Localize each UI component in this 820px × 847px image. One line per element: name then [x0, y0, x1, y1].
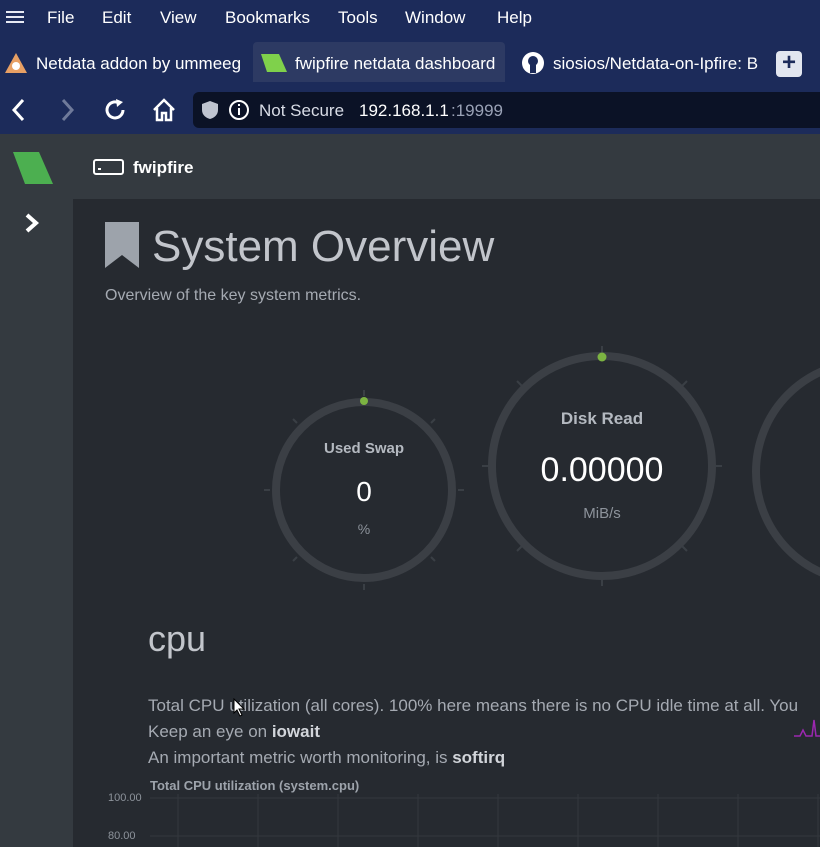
- gauge-unit: %: [357, 521, 371, 537]
- back-icon[interactable]: [6, 96, 34, 124]
- gauge-label: Used Swap: [323, 440, 405, 457]
- gauge-label: Disk Read: [560, 409, 644, 428]
- cpu-chart-grid[interactable]: [150, 794, 820, 847]
- cpu-iowait-note: Keep an eye on iowait: [148, 722, 320, 742]
- chart-title: Total CPU utilization (system.cpu): [150, 778, 360, 793]
- tab-github-repo[interactable]: siosios/Netdata-on-Ipfire: B: [511, 42, 766, 82]
- tab-netdata-addon[interactable]: Netdata addon by ummeeg: [0, 42, 248, 82]
- menu-file[interactable]: File: [47, 8, 74, 28]
- mouse-cursor-icon: [233, 698, 246, 717]
- sidebar: [0, 134, 73, 847]
- server-icon: [93, 159, 124, 175]
- url-bar[interactable]: Not Secure 192.168.1.1 :19999: [193, 92, 820, 128]
- shield-icon[interactable]: [201, 100, 219, 120]
- gauge-indicator: [597, 352, 607, 362]
- chevron-right-icon[interactable]: [22, 212, 42, 234]
- netdata-leaf-icon: [261, 54, 287, 72]
- tab-label: Netdata addon by ummeeg: [36, 54, 242, 73]
- new-tab-button[interactable]: +: [776, 51, 802, 77]
- cpu-section-heading: cpu: [148, 618, 207, 659]
- iowait-sparkline: [794, 719, 820, 737]
- url-port: :19999: [451, 101, 503, 120]
- tab-label: siosios/Netdata-on-Ipfire: B: [553, 54, 759, 73]
- y-tick: 80.00: [108, 830, 136, 842]
- github-icon: [522, 52, 544, 74]
- gauge-value: 0.00000: [540, 451, 664, 489]
- menu-bar: File Edit View Bookmarks Tools Window He…: [0, 0, 820, 36]
- tab-label: fwipfire netdata dashboard: [295, 54, 496, 73]
- security-status: Not Secure: [259, 101, 345, 120]
- softirq-prefix: An important metric worth monitoring, is: [148, 748, 453, 767]
- iowait-prefix: Keep an eye on: [148, 722, 272, 741]
- netdata-logo-icon[interactable]: [13, 152, 53, 184]
- page-title: System Overview: [152, 222, 495, 271]
- tab-bar: Netdata addon by ummeeg fwipfire netdata…: [0, 36, 820, 86]
- top-header: fwipfire: [73, 134, 820, 199]
- home-icon[interactable]: [150, 96, 178, 124]
- firefox-addon-icon: [5, 53, 27, 73]
- info-icon[interactable]: [228, 99, 250, 121]
- bookmark-icon: [105, 222, 139, 268]
- tab-netdata-dashboard[interactable]: fwipfire netdata dashboard: [253, 42, 505, 82]
- partial-gauge[interactable]: [746, 352, 820, 592]
- cpu-softirq-note: An important metric worth monitoring, is…: [148, 748, 505, 768]
- menu-tools[interactable]: Tools: [338, 8, 378, 28]
- y-tick: 100.00: [108, 792, 142, 804]
- gauge-value: 0: [356, 476, 372, 507]
- softirq-label: softirq: [452, 748, 506, 767]
- gauge-unit: MiB/s: [583, 505, 621, 522]
- gauge-indicator: [360, 397, 368, 405]
- menu-help[interactable]: Help: [497, 8, 532, 28]
- menu-bookmarks[interactable]: Bookmarks: [225, 8, 310, 28]
- page-subtitle: Overview of the key system metrics.: [105, 287, 362, 304]
- reload-icon[interactable]: [101, 96, 129, 124]
- iowait-label: iowait: [271, 722, 320, 741]
- hamburger-menu-icon[interactable]: [6, 8, 24, 26]
- hostname[interactable]: fwipfire: [133, 158, 193, 178]
- menu-edit[interactable]: Edit: [102, 8, 131, 28]
- menu-view[interactable]: View: [160, 8, 197, 28]
- forward-icon[interactable]: [54, 96, 82, 124]
- url-host: 192.168.1.1: [359, 101, 449, 120]
- menu-window[interactable]: Window: [405, 8, 465, 28]
